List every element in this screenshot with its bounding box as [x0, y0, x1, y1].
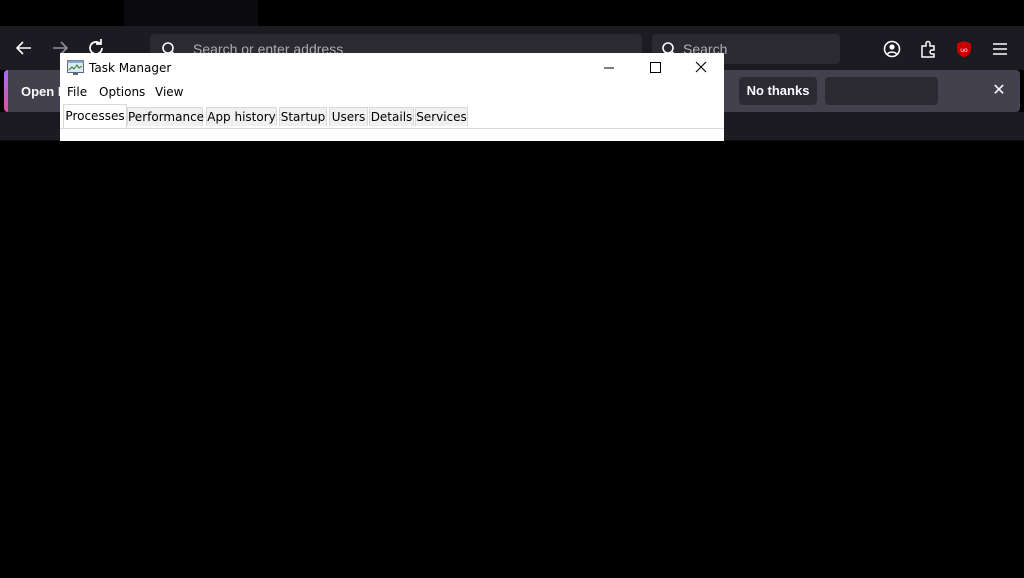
back-arrow-icon[interactable]	[12, 36, 36, 60]
no-thanks-button[interactable]: No thanks	[739, 77, 817, 105]
menu-icon[interactable]	[989, 38, 1011, 60]
maximize-button[interactable]	[632, 53, 678, 83]
browser-tab[interactable]	[124, 0, 258, 26]
extensions-icon[interactable]	[917, 38, 939, 60]
window-title: Task Manager	[89, 61, 172, 75]
menu-options[interactable]: Options	[99, 85, 145, 99]
tab-processes[interactable]: Processes	[63, 104, 127, 128]
close-button[interactable]	[678, 53, 724, 83]
browser-tab-strip	[0, 0, 1024, 26]
svg-text:uo: uo	[960, 47, 968, 54]
tab-services[interactable]: Services	[415, 107, 468, 126]
tab-app-history[interactable]: App history	[206, 107, 277, 126]
menu-view[interactable]: View	[155, 85, 183, 99]
tab-details[interactable]: Details	[369, 107, 414, 126]
notification-accent	[4, 70, 8, 112]
notification-action-button[interactable]	[825, 77, 938, 105]
tab-bar: Processes Performance App history Startu…	[60, 102, 724, 129]
close-icon	[695, 61, 707, 73]
menu-file[interactable]: File	[67, 85, 87, 99]
account-icon[interactable]	[881, 38, 903, 60]
minimize-button[interactable]	[586, 53, 632, 83]
minimize-icon	[604, 67, 614, 69]
ublock-icon[interactable]: uo	[953, 38, 975, 60]
tab-startup[interactable]: Startup	[279, 107, 327, 126]
task-manager-icon	[67, 60, 84, 75]
close-icon[interactable]: ✕	[989, 81, 1009, 101]
task-manager-window: Task Manager File Options View Processes…	[60, 53, 724, 141]
tab-users[interactable]: Users	[329, 107, 368, 126]
maximize-icon	[650, 62, 661, 73]
tab-performance[interactable]: Performance	[127, 107, 204, 126]
